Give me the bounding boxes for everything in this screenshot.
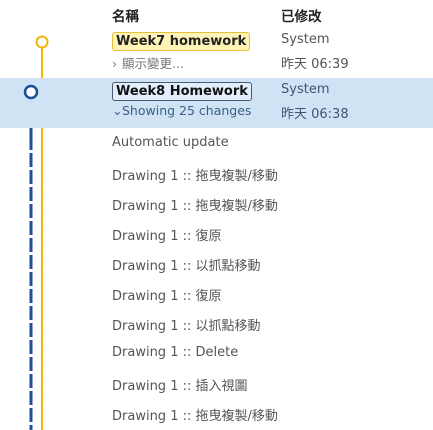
change-item[interactable]: Drawing 1 :: 拖曳複製/移動 xyxy=(112,405,278,424)
change-item[interactable]: Drawing 1 :: 插入視圖 xyxy=(112,375,248,394)
version-node-week8[interactable] xyxy=(23,84,39,100)
change-item[interactable]: Drawing 1 :: 以抓點移動 xyxy=(112,315,261,334)
change-item[interactable]: Automatic update xyxy=(112,135,229,150)
change-item[interactable]: Drawing 1 :: 復原 xyxy=(112,285,222,304)
change-item[interactable]: Drawing 1 :: Delete xyxy=(112,345,238,360)
change-item[interactable]: Drawing 1 :: 復原 xyxy=(112,225,222,244)
version-node-week7[interactable] xyxy=(35,35,49,49)
change-item[interactable]: Drawing 1 :: 拖曳複製/移動 xyxy=(112,165,278,184)
change-item[interactable]: Drawing 1 :: 以抓點移動 xyxy=(112,255,261,274)
change-item[interactable]: Drawing 1 :: 拖曳複製/移動 xyxy=(112,195,278,214)
version-nodes xyxy=(23,35,49,100)
